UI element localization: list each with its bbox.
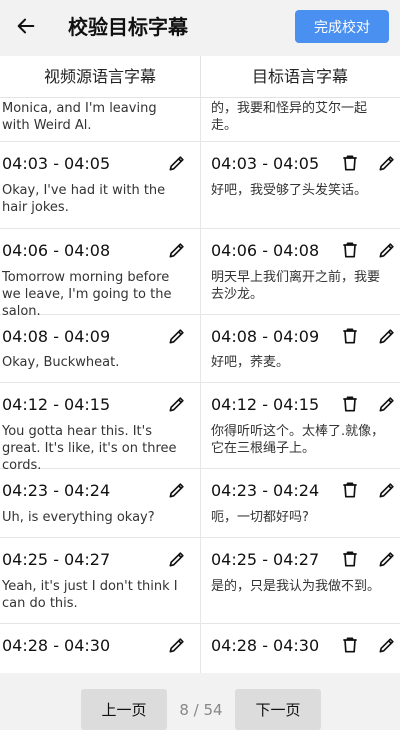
target-cell: 04:08 - 04:09 好吧，荞麦。 <box>200 315 400 382</box>
edit-source-pencil-icon[interactable] <box>166 548 188 570</box>
source-cell: 04:08 - 04:09 Okay, Buckwheat. <box>0 315 200 382</box>
app-bar: 校验目标字幕 完成校对 <box>0 0 400 56</box>
source-time: 04:08 - 04:09 <box>2 327 111 346</box>
source-text[interactable]: Okay, I've had it with the hair jokes. <box>2 182 188 216</box>
delete-trash-icon[interactable] <box>339 634 361 656</box>
target-time: 04:06 - 04:08 <box>211 241 320 260</box>
subtitle-row: 04:28 - 04:30 04:28 - 04:30 <box>0 624 400 673</box>
delete-trash-icon[interactable] <box>339 548 361 570</box>
finish-proofreading-button[interactable]: 完成校对 <box>295 10 389 43</box>
source-text[interactable]: You gotta hear this. It's great. It's li… <box>2 423 188 474</box>
source-time: 04:12 - 04:15 <box>2 395 111 414</box>
subtitle-list[interactable]: Monica, and I'm leaving with Weird Al. 的… <box>0 98 400 673</box>
source-text[interactable]: Monica, and I'm leaving with Weird Al. <box>2 100 188 134</box>
edit-source-pencil-icon[interactable] <box>166 325 188 347</box>
subtitle-row: 04:23 - 04:24 Uh, is everything okay? 04… <box>0 469 400 538</box>
source-time: 04:03 - 04:05 <box>2 154 111 173</box>
edit-source-pencil-icon[interactable] <box>166 634 188 656</box>
source-time: 04:28 - 04:30 <box>2 636 111 655</box>
arrow-left-icon <box>15 15 37 41</box>
target-time: 04:08 - 04:09 <box>211 327 320 346</box>
target-text[interactable]: 好吧，荞麦。 <box>211 354 391 371</box>
target-cell: 04:25 - 04:27 是的，只是我认为我做不到。 <box>200 538 400 623</box>
target-cell: 的，我要和怪异的艾尔一起走。 <box>200 98 400 141</box>
source-column-header: 视频源语言字幕 <box>43 67 156 86</box>
delete-trash-icon[interactable] <box>339 152 361 174</box>
delete-trash-icon[interactable] <box>339 325 361 347</box>
target-text[interactable]: 明天早上我们离开之前，我要去沙龙。 <box>211 269 391 303</box>
back-button[interactable] <box>6 8 46 48</box>
target-cell: 04:23 - 04:24 呃，一切都好吗? <box>200 469 400 537</box>
source-cell: Monica, and I'm leaving with Weird Al. <box>0 98 200 141</box>
target-text[interactable]: 的，我要和怪异的艾尔一起走。 <box>211 100 391 134</box>
edit-target-pencil-icon[interactable] <box>376 479 398 501</box>
source-text[interactable]: Okay, Buckwheat. <box>2 354 188 371</box>
column-header: 视频源语言字幕 目标语言字幕 <box>0 56 400 98</box>
subtitle-row: 04:12 - 04:15 You gotta hear this. It's … <box>0 383 400 473</box>
target-column-header: 目标语言字幕 <box>251 67 348 86</box>
source-time: 04:23 - 04:24 <box>2 481 111 500</box>
target-time: 04:28 - 04:30 <box>211 636 320 655</box>
source-text[interactable]: Yeah, it's just I don't think I can do t… <box>2 578 188 612</box>
source-cell: 04:25 - 04:27 Yeah, it's just I don't th… <box>0 538 200 623</box>
target-time: 04:23 - 04:24 <box>211 481 320 500</box>
delete-trash-icon[interactable] <box>339 239 361 261</box>
delete-trash-icon[interactable] <box>339 479 361 501</box>
subtitle-row: 04:03 - 04:05 Okay, I've had it with the… <box>0 142 400 229</box>
subtitle-row: 04:06 - 04:08 Tomorrow morning before we… <box>0 229 400 319</box>
target-cell: 04:06 - 04:08 明天早上我们离开之前，我要去沙龙。 <box>200 229 400 314</box>
pagination-bar: 上一页 8 / 54 下一页 <box>0 673 400 730</box>
subtitle-row: 04:25 - 04:27 Yeah, it's just I don't th… <box>0 538 400 624</box>
page-indicator: 8 / 54 <box>179 700 223 719</box>
source-text[interactable]: Uh, is everything okay? <box>2 509 188 526</box>
target-cell: 04:12 - 04:15 你得听听这个。太棒了.就像，它在三根绳子上。 <box>200 383 400 468</box>
source-cell: 04:28 - 04:30 <box>0 624 200 673</box>
edit-target-pencil-icon[interactable] <box>376 152 398 174</box>
target-text[interactable]: 你得听听这个。太棒了.就像，它在三根绳子上。 <box>211 423 391 457</box>
target-text[interactable]: 好吧，我受够了头发笑话。 <box>211 182 391 199</box>
next-page-button[interactable]: 下一页 <box>235 689 321 730</box>
edit-source-pencil-icon[interactable] <box>166 393 188 415</box>
edit-source-pencil-icon[interactable] <box>166 152 188 174</box>
source-text[interactable]: Tomorrow morning before we leave, I'm go… <box>2 269 188 320</box>
edit-target-pencil-icon[interactable] <box>376 634 398 656</box>
target-text[interactable]: 呃，一切都好吗? <box>211 509 391 526</box>
source-cell: 04:03 - 04:05 Okay, I've had it with the… <box>0 142 200 228</box>
source-cell: 04:06 - 04:08 Tomorrow morning before we… <box>0 229 200 319</box>
edit-target-pencil-icon[interactable] <box>376 239 398 261</box>
source-cell: 04:12 - 04:15 You gotta hear this. It's … <box>0 383 200 473</box>
subtitle-row: Monica, and I'm leaving with Weird Al. 的… <box>0 98 400 142</box>
edit-target-pencil-icon[interactable] <box>376 325 398 347</box>
edit-source-pencil-icon[interactable] <box>166 239 188 261</box>
target-text[interactable]: 是的，只是我认为我做不到。 <box>211 578 391 595</box>
prev-page-button[interactable]: 上一页 <box>81 689 167 730</box>
subtitle-row: 04:08 - 04:09 Okay, Buckwheat. 04:08 - 0… <box>0 315 400 383</box>
source-time: 04:25 - 04:27 <box>2 550 111 569</box>
target-cell: 04:28 - 04:30 <box>200 624 400 673</box>
edit-source-pencil-icon[interactable] <box>166 479 188 501</box>
source-time: 04:06 - 04:08 <box>2 241 111 260</box>
target-cell: 04:03 - 04:05 好吧，我受够了头发笑话。 <box>200 142 400 228</box>
target-time: 04:12 - 04:15 <box>211 395 320 414</box>
source-cell: 04:23 - 04:24 Uh, is everything okay? <box>0 469 200 537</box>
target-time: 04:25 - 04:27 <box>211 550 320 569</box>
target-time: 04:03 - 04:05 <box>211 154 320 173</box>
edit-target-pencil-icon[interactable] <box>376 393 398 415</box>
edit-target-pencil-icon[interactable] <box>376 548 398 570</box>
page-title: 校验目标字幕 <box>68 15 188 39</box>
delete-trash-icon[interactable] <box>339 393 361 415</box>
